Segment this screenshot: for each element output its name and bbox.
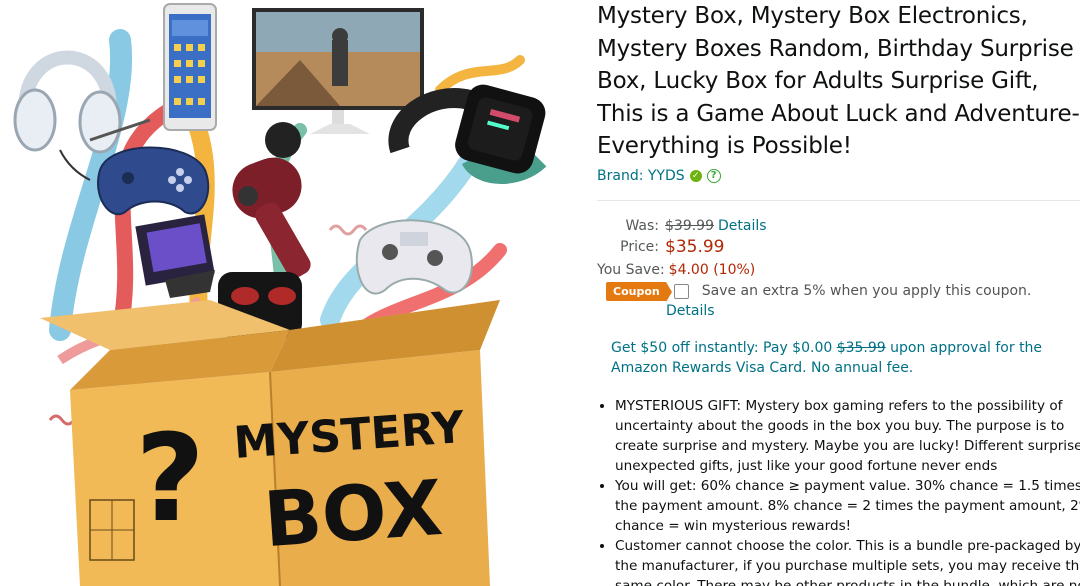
coupon-details-row: Details bbox=[666, 301, 715, 321]
feature-bullet: Customer cannot choose the color. This i… bbox=[615, 536, 1080, 586]
mystery-box-illustration: ? MYSTERY BOX bbox=[13, 3, 547, 586]
rewards-strike-price: $35.99 bbox=[836, 340, 886, 356]
current-price: $35.99 bbox=[665, 237, 725, 257]
rewards-line-2: Amazon Rewards Visa Card. No annual fee. bbox=[611, 360, 914, 376]
was-price-row: Was: $39.99 Details bbox=[597, 216, 767, 236]
bullet-line: same color. There may be other products … bbox=[615, 578, 1080, 586]
product-title: Mystery Box, Mystery Box Electronics, My… bbox=[597, 0, 1080, 163]
coupon-badge: Coupon bbox=[606, 281, 672, 302]
smartphone-item bbox=[163, 3, 217, 131]
title-line: Mystery Boxes Random, Birthday Surprise bbox=[597, 35, 1074, 62]
coupon-text[interactable]: Save an extra 5% when you apply this cou… bbox=[702, 283, 1032, 299]
bullet-line: MYSTERIOUS GIFT: Mystery box gaming refe… bbox=[615, 398, 1063, 414]
product-main-image[interactable]: ? MYSTERY BOX bbox=[0, 0, 580, 586]
title-line: This is a Game About Luck and Adventure- bbox=[597, 100, 1080, 127]
savings-row: You Save: $4.00 (10%) bbox=[597, 260, 755, 280]
rewards-line-1: Get $50 off instantly: Pay $0.00 $35.99 … bbox=[611, 338, 1071, 358]
title-line: Mystery Box, Mystery Box Electronics, bbox=[597, 3, 1028, 29]
product-info-panel: Mystery Box, Mystery Box Electronics, My… bbox=[597, 0, 1080, 586]
gamepad-white-item bbox=[355, 219, 473, 295]
coupon-details-link[interactable]: Details bbox=[666, 303, 715, 319]
rewards-card-offer[interactable]: Get $50 off instantly: Pay $0.00 $35.99 … bbox=[611, 338, 1071, 378]
feature-bullets: MYSTERIOUS GIFT: Mystery box gaming refe… bbox=[597, 396, 1080, 586]
help-question-icon[interactable]: ? bbox=[706, 168, 721, 183]
bullet-line: uncertainty about the goods in the box y… bbox=[615, 418, 1065, 434]
title-line: Box, Lucky Box for Adults Surprise Gift, bbox=[597, 68, 1039, 94]
savings-amount: $4.00 (10%) bbox=[668, 262, 756, 278]
box-label-box: BOX bbox=[261, 463, 445, 564]
bullet-line: Customer cannot choose the color. This i… bbox=[615, 538, 1080, 554]
was-price: $39.99 bbox=[665, 218, 714, 234]
you-save-label: You Save: bbox=[597, 262, 665, 278]
massage-gun-item bbox=[232, 122, 311, 278]
feature-bullet: MYSTERIOUS GIFT: Mystery box gaming refe… bbox=[615, 396, 1080, 476]
coupon-checkbox[interactable] bbox=[673, 283, 689, 299]
bullet-line: chance = win mysterious rewards! bbox=[615, 518, 852, 534]
current-price-row: Price: $35.99 bbox=[597, 237, 724, 257]
brand-row: Brand: YYDS ✓ ? bbox=[597, 166, 1080, 186]
brand-link[interactable]: Brand: YYDS bbox=[597, 168, 685, 184]
bullet-line: create surprise and mystery. Maybe you a… bbox=[615, 438, 1080, 454]
gamepad-blue-item bbox=[97, 146, 210, 216]
was-price-details-link[interactable]: Details bbox=[718, 218, 767, 234]
verified-check-icon: ✓ bbox=[689, 169, 702, 182]
gadget-box-item bbox=[135, 214, 215, 298]
was-label: Was: bbox=[625, 218, 659, 234]
box-question-mark: ? bbox=[135, 410, 205, 549]
title-line: Everything is Possible! bbox=[597, 133, 852, 159]
bullet-line: the payment amount. 8% chance = 2 times … bbox=[615, 498, 1080, 514]
rewards-text: Get $50 off instantly: Pay $0.00 bbox=[611, 340, 837, 356]
bullet-line: the manufacturer, if you purchase multip… bbox=[615, 558, 1080, 574]
section-divider bbox=[597, 200, 1080, 201]
price-label: Price: bbox=[620, 239, 659, 255]
rewards-text-post: upon approval for the bbox=[885, 340, 1043, 356]
coupon-row: Coupon Save an extra 5% when you apply t… bbox=[606, 281, 1032, 302]
bullet-line: You will get: 60% chance ≥ payment value… bbox=[615, 478, 1080, 494]
bullet-line: unexpected gifts, just like your good fo… bbox=[615, 458, 998, 474]
feature-bullet: You will get: 60% chance ≥ payment value… bbox=[615, 476, 1080, 536]
